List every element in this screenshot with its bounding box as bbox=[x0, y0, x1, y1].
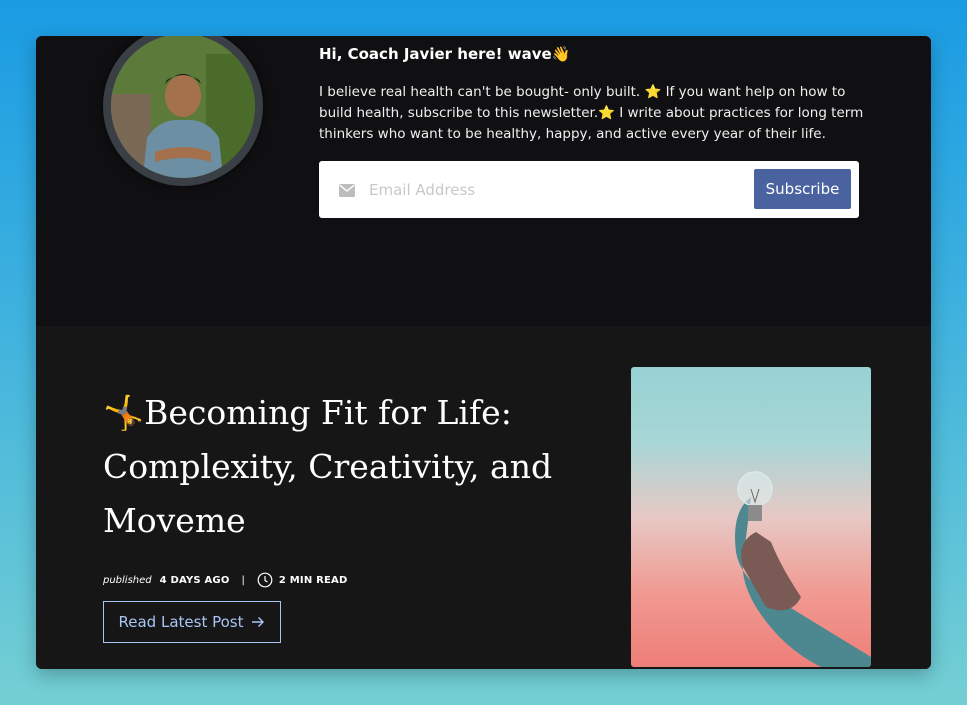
greeting-heading: Hi, Coach Javier here! wave👋 bbox=[319, 45, 571, 63]
envelope-icon bbox=[339, 182, 355, 201]
arrow-right-icon bbox=[251, 616, 265, 628]
clock-icon bbox=[257, 572, 273, 588]
post-title[interactable]: 🤸Becoming Fit for Life: Complexity, Crea… bbox=[103, 386, 573, 548]
post-meta: published 4 DAYS AGO | 2 MIN READ bbox=[103, 570, 347, 590]
read-time: 2 MIN READ bbox=[278, 574, 348, 586]
published-date: 4 DAYS AGO bbox=[159, 574, 230, 586]
newsletter-card: Hi, Coach Javier here! wave👋 I believe r… bbox=[36, 36, 931, 669]
author-photo bbox=[111, 36, 255, 178]
published-label: published bbox=[103, 574, 152, 586]
post-cover-image[interactable] bbox=[631, 367, 871, 667]
subscribe-button[interactable]: Subscribe bbox=[754, 169, 851, 209]
subscribe-form: Subscribe bbox=[319, 161, 859, 218]
read-latest-post-label: Read Latest Post bbox=[118, 613, 244, 631]
author-bio: I believe real health can't be bought- o… bbox=[319, 84, 864, 142]
read-latest-post-button[interactable]: Read Latest Post bbox=[103, 601, 281, 643]
author-avatar bbox=[103, 36, 263, 186]
meta-separator: | bbox=[241, 574, 245, 586]
intro-text: Hi, Coach Javier here! wave👋 I believe r… bbox=[319, 42, 864, 145]
email-input[interactable] bbox=[367, 175, 741, 205]
newsletter-signup-section: Hi, Coach Javier here! wave👋 I believe r… bbox=[36, 36, 931, 326]
latest-post-section: 🤸Becoming Fit for Life: Complexity, Crea… bbox=[36, 326, 931, 669]
